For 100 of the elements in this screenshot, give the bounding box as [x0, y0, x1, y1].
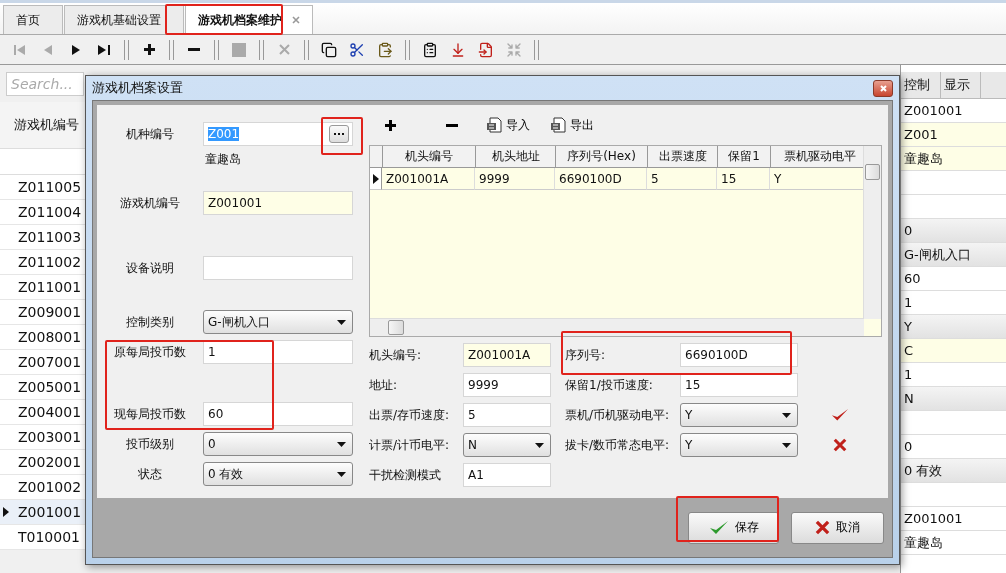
row-pointer-icon — [3, 507, 9, 517]
tab[interactable]: 首页 — [3, 5, 63, 34]
list-row[interactable]: Z001001 — [0, 500, 85, 525]
list-row[interactable]: Z007001 — [0, 350, 85, 375]
dropdown[interactable]: Y — [680, 433, 798, 457]
close-icon — [879, 84, 887, 92]
list-row[interactable]: Z003001 — [0, 425, 85, 450]
list-row[interactable]: Z011002 — [0, 250, 85, 275]
horizontal-scrollbar[interactable] — [370, 318, 864, 336]
play-icon — [72, 44, 80, 55]
list-row[interactable]: Z004001 — [0, 400, 85, 425]
text-field[interactable]: 5 — [463, 403, 551, 427]
text-field[interactable]: 1 — [203, 340, 353, 364]
shrink-icon — [506, 41, 522, 58]
row-text: Z005001 — [17, 379, 82, 395]
text-field[interactable]: 6690100D — [680, 343, 798, 367]
table-cell: Z001001A — [382, 168, 475, 190]
text-field[interactable]: Z001001A — [463, 343, 551, 367]
machine-type-name: 童趣岛 — [204, 151, 242, 168]
highlight-frame — [321, 117, 363, 155]
field-label: 现每局投币数 — [113, 406, 187, 423]
list-row[interactable]: Z001002 — [0, 475, 85, 500]
clipboard-icon — [377, 41, 393, 58]
dropdown[interactable]: 0 有效 — [203, 462, 353, 486]
row-text: Z011003 — [17, 229, 82, 245]
caret-icon — [337, 471, 346, 477]
column-header[interactable]: 序列号(Hex) — [556, 146, 648, 168]
text-field[interactable]: Z001001 — [203, 191, 353, 215]
tab[interactable]: 游戏机基础设置 — [64, 5, 184, 34]
column-header[interactable]: 保留1 — [718, 146, 771, 168]
close-button[interactable] — [873, 79, 893, 97]
list-row[interactable]: Z005001 — [0, 375, 85, 400]
panel-tab[interactable]: 显示 — [941, 72, 981, 98]
text-field[interactable]: 9999 — [463, 373, 551, 397]
panel-tab[interactable]: 控制 — [901, 72, 941, 98]
text-field[interactable]: 15 — [680, 373, 798, 397]
row-text: Z002001 — [17, 454, 82, 470]
field-label: 投币级别 — [125, 436, 175, 453]
property-value: 0 — [901, 219, 1006, 243]
vertical-scrollbar[interactable] — [863, 146, 881, 319]
list-row[interactable]: Z011004 — [0, 200, 85, 225]
save-button[interactable]: 保存 — [688, 511, 779, 544]
row-selector[interactable] — [370, 168, 382, 190]
file-arrow-icon — [478, 41, 494, 58]
row-text: Z003001 — [17, 429, 82, 445]
table-cell: 5 — [647, 168, 717, 190]
cancel-button[interactable]: 取消 — [791, 511, 884, 544]
row-text: Z001002 — [17, 479, 82, 495]
dropdown[interactable]: Y — [680, 403, 798, 427]
dropdown[interactable]: 0 — [203, 432, 353, 456]
text-field[interactable]: 60 — [203, 402, 353, 426]
list-row[interactable]: Z008001 — [0, 325, 85, 350]
import-button[interactable]: 导入 — [486, 113, 530, 137]
property-value: C — [901, 339, 1006, 363]
close-icon[interactable] — [292, 16, 300, 24]
field-label: 游戏机编号 — [119, 195, 181, 212]
last-record-icon — [98, 44, 110, 55]
column-header[interactable]: 机头编号 — [383, 146, 476, 168]
text-field[interactable] — [203, 256, 353, 280]
caret-icon — [337, 441, 346, 447]
spreadsheet-icon — [550, 117, 566, 133]
field-label: 序列号: — [564, 346, 607, 364]
row-text: Z001001 — [17, 504, 82, 520]
export-button[interactable]: 导出 — [550, 113, 594, 137]
row-text: Z011002 — [17, 254, 82, 270]
list-row[interactable]: Z009001 — [0, 300, 85, 325]
row-pointer-icon — [372, 173, 379, 184]
text-field[interactable]: A1 — [463, 463, 551, 487]
list-row[interactable]: Z011003 — [0, 225, 85, 250]
row-text: Z008001 — [17, 329, 82, 345]
check-icon — [708, 519, 729, 536]
list-row[interactable]: Z011005 — [0, 175, 85, 200]
first-record-icon — [14, 44, 26, 55]
list-row[interactable]: Z002001 — [0, 450, 85, 475]
row-text: Z011004 — [17, 204, 82, 220]
row-text: Z009001 — [17, 304, 82, 320]
field-label: 保留1/投币速度: — [564, 376, 654, 394]
table-cell: 6690100D — [555, 168, 647, 190]
field-label: 设备说明 — [125, 260, 175, 277]
window-title: 游戏机档案设置 — [92, 79, 183, 97]
field-label: 计票/计币电平: — [368, 436, 451, 454]
arrow-down-icon — [450, 41, 466, 58]
column-header[interactable]: 出票速度 — [648, 146, 718, 168]
square-icon — [232, 42, 246, 57]
dropdown[interactable]: G-闸机入口 — [203, 310, 353, 334]
list-row[interactable]: T010001 — [0, 525, 85, 550]
column-header[interactable]: 机头地址 — [476, 146, 556, 168]
cross-icon — [815, 520, 830, 535]
property-value: G-闸机入口 — [901, 243, 1006, 267]
dropdown[interactable]: N — [463, 433, 551, 457]
scissors-icon — [349, 41, 365, 58]
caret-icon — [782, 412, 791, 418]
column-header: 游戏机编号 — [0, 102, 85, 149]
minus-icon — [446, 123, 458, 127]
close-icon — [278, 44, 290, 55]
list-row[interactable]: Z011001 — [0, 275, 85, 300]
field-label: 控制类别 — [125, 314, 175, 331]
browse-button[interactable] — [329, 125, 349, 143]
left-triangle-icon — [44, 44, 52, 55]
field-label: 出票/存币速度: — [368, 406, 451, 424]
